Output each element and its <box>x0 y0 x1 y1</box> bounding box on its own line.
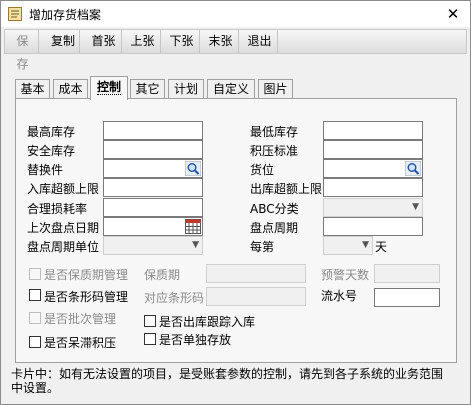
serial-no-input[interactable] <box>374 288 440 307</box>
chevron-down-icon: ▼ <box>362 240 369 250</box>
tab-custom[interactable]: 自定义 <box>207 79 255 99</box>
count-cycle-unit-select[interactable]: ▼ <box>103 236 203 255</box>
hint-text: 卡片中：如有无法设置的项目，是受账套参数的控制，请先到各子系统的业务范围中设置。 <box>11 367 444 395</box>
stagnant-checkbox[interactable] <box>29 336 41 348</box>
warning-days-input[interactable] <box>374 264 440 283</box>
substitute-label: 替换件 <box>27 163 64 177</box>
tab-other[interactable]: 其它 <box>130 79 165 99</box>
count-cycle-input[interactable] <box>323 217 423 236</box>
safety-stock-input[interactable] <box>103 140 203 159</box>
exit-button[interactable]: 退出 <box>242 30 278 53</box>
barcode-mgmt-label: 是否条形码管理 <box>44 290 129 304</box>
barcode-input[interactable] <box>206 287 306 306</box>
out-over-limit-label: 出库超额上限 <box>250 182 323 196</box>
out-track-in-checkbox[interactable] <box>144 315 156 327</box>
location-input[interactable] <box>323 159 423 178</box>
in-over-limit-input[interactable] <box>103 178 203 197</box>
min-stock-label: 最低库存 <box>250 125 299 139</box>
shelf-life-label: 保质期 <box>144 268 181 282</box>
out-over-limit-input[interactable] <box>323 178 423 197</box>
tab-cost[interactable]: 成本 <box>53 79 88 99</box>
batch-mgmt-label: 是否批次管理 <box>44 312 117 326</box>
toolbar: 保存 复制 首张 上张 下张 末张 退出 <box>4 29 467 71</box>
calendar-icon[interactable] <box>185 219 201 234</box>
batch-mgmt-checkbox[interactable] <box>29 312 41 324</box>
next-record-button[interactable]: 下张 <box>164 30 200 53</box>
overstock-standard-label: 积压标准 <box>250 144 299 158</box>
chevron-down-icon: ▼ <box>412 202 419 212</box>
stagnant-label: 是否呆滞积压 <box>44 336 117 350</box>
close-icon: ✕ <box>446 5 460 23</box>
save-button[interactable]: 保存 <box>7 30 39 71</box>
title-bar[interactable]: 增加存货档案 ✕ <box>1 1 470 27</box>
single-stock-checkbox[interactable] <box>144 333 156 345</box>
max-stock-input[interactable] <box>103 121 203 140</box>
tab-control[interactable]: 控制 <box>90 76 128 100</box>
copy-button[interactable]: 复制 <box>47 30 80 53</box>
warning-days-label: 预警天数 <box>321 268 370 282</box>
every-label: 每第 <box>250 240 275 254</box>
last-count-date-label: 上次盘点日期 <box>27 221 100 235</box>
every-select[interactable]: ▼ <box>323 236 373 255</box>
count-cycle-unit-label: 盘点周期单位 <box>27 240 100 254</box>
chevron-down-icon: ▼ <box>192 240 199 250</box>
magnifier-icon[interactable] <box>185 161 201 176</box>
abc-class-label: ABC分类 <box>250 202 299 216</box>
abc-class-select[interactable]: ▼ <box>323 198 423 217</box>
min-stock-input[interactable] <box>323 121 423 140</box>
location-label: 货位 <box>250 163 275 177</box>
last-record-button[interactable]: 末张 <box>203 30 239 53</box>
tab-basic[interactable]: 基本 <box>15 79 50 99</box>
first-record-button[interactable]: 首张 <box>86 30 122 53</box>
tab-control-label: 控制 <box>96 80 121 95</box>
in-over-limit-label: 入库超额上限 <box>27 182 100 196</box>
previous-record-button[interactable]: 上张 <box>125 30 161 53</box>
loss-rate-label: 合理损耗率 <box>27 202 88 216</box>
shelf-life-mgmt-checkbox[interactable] <box>29 268 41 280</box>
window-title: 增加存货档案 <box>29 8 102 22</box>
substitute-input[interactable] <box>103 159 203 178</box>
safety-stock-label: 安全库存 <box>27 144 76 158</box>
max-stock-label: 最高库存 <box>27 125 76 139</box>
single-stock-label: 是否单独存放 <box>159 333 232 347</box>
days-suffix: 天 <box>375 240 388 254</box>
serial-no-label: 流水号 <box>321 289 358 303</box>
barcode-mgmt-checkbox[interactable] <box>29 289 41 301</box>
loss-rate-input[interactable] <box>103 198 203 217</box>
count-cycle-label: 盘点周期 <box>250 221 299 235</box>
overstock-standard-input[interactable] <box>323 140 423 159</box>
shelf-life-mgmt-label: 是否保质期管理 <box>44 268 129 282</box>
inventory-archive-dialog: 增加存货档案 ✕ 保存 复制 首张 上张 下张 末张 退出 基本 成本 控制 其… <box>0 0 471 405</box>
tab-picture[interactable]: 图片 <box>258 79 293 99</box>
app-icon <box>8 7 22 21</box>
shelf-life-input[interactable] <box>206 264 306 283</box>
close-button[interactable]: ✕ <box>442 3 464 25</box>
tab-plan[interactable]: 计划 <box>168 79 204 99</box>
out-track-in-label: 是否出库跟踪入库 <box>159 315 256 329</box>
last-count-date-input[interactable] <box>103 217 203 236</box>
barcode-label: 对应条形码 <box>144 291 205 305</box>
magnifier-icon[interactable] <box>405 161 421 176</box>
